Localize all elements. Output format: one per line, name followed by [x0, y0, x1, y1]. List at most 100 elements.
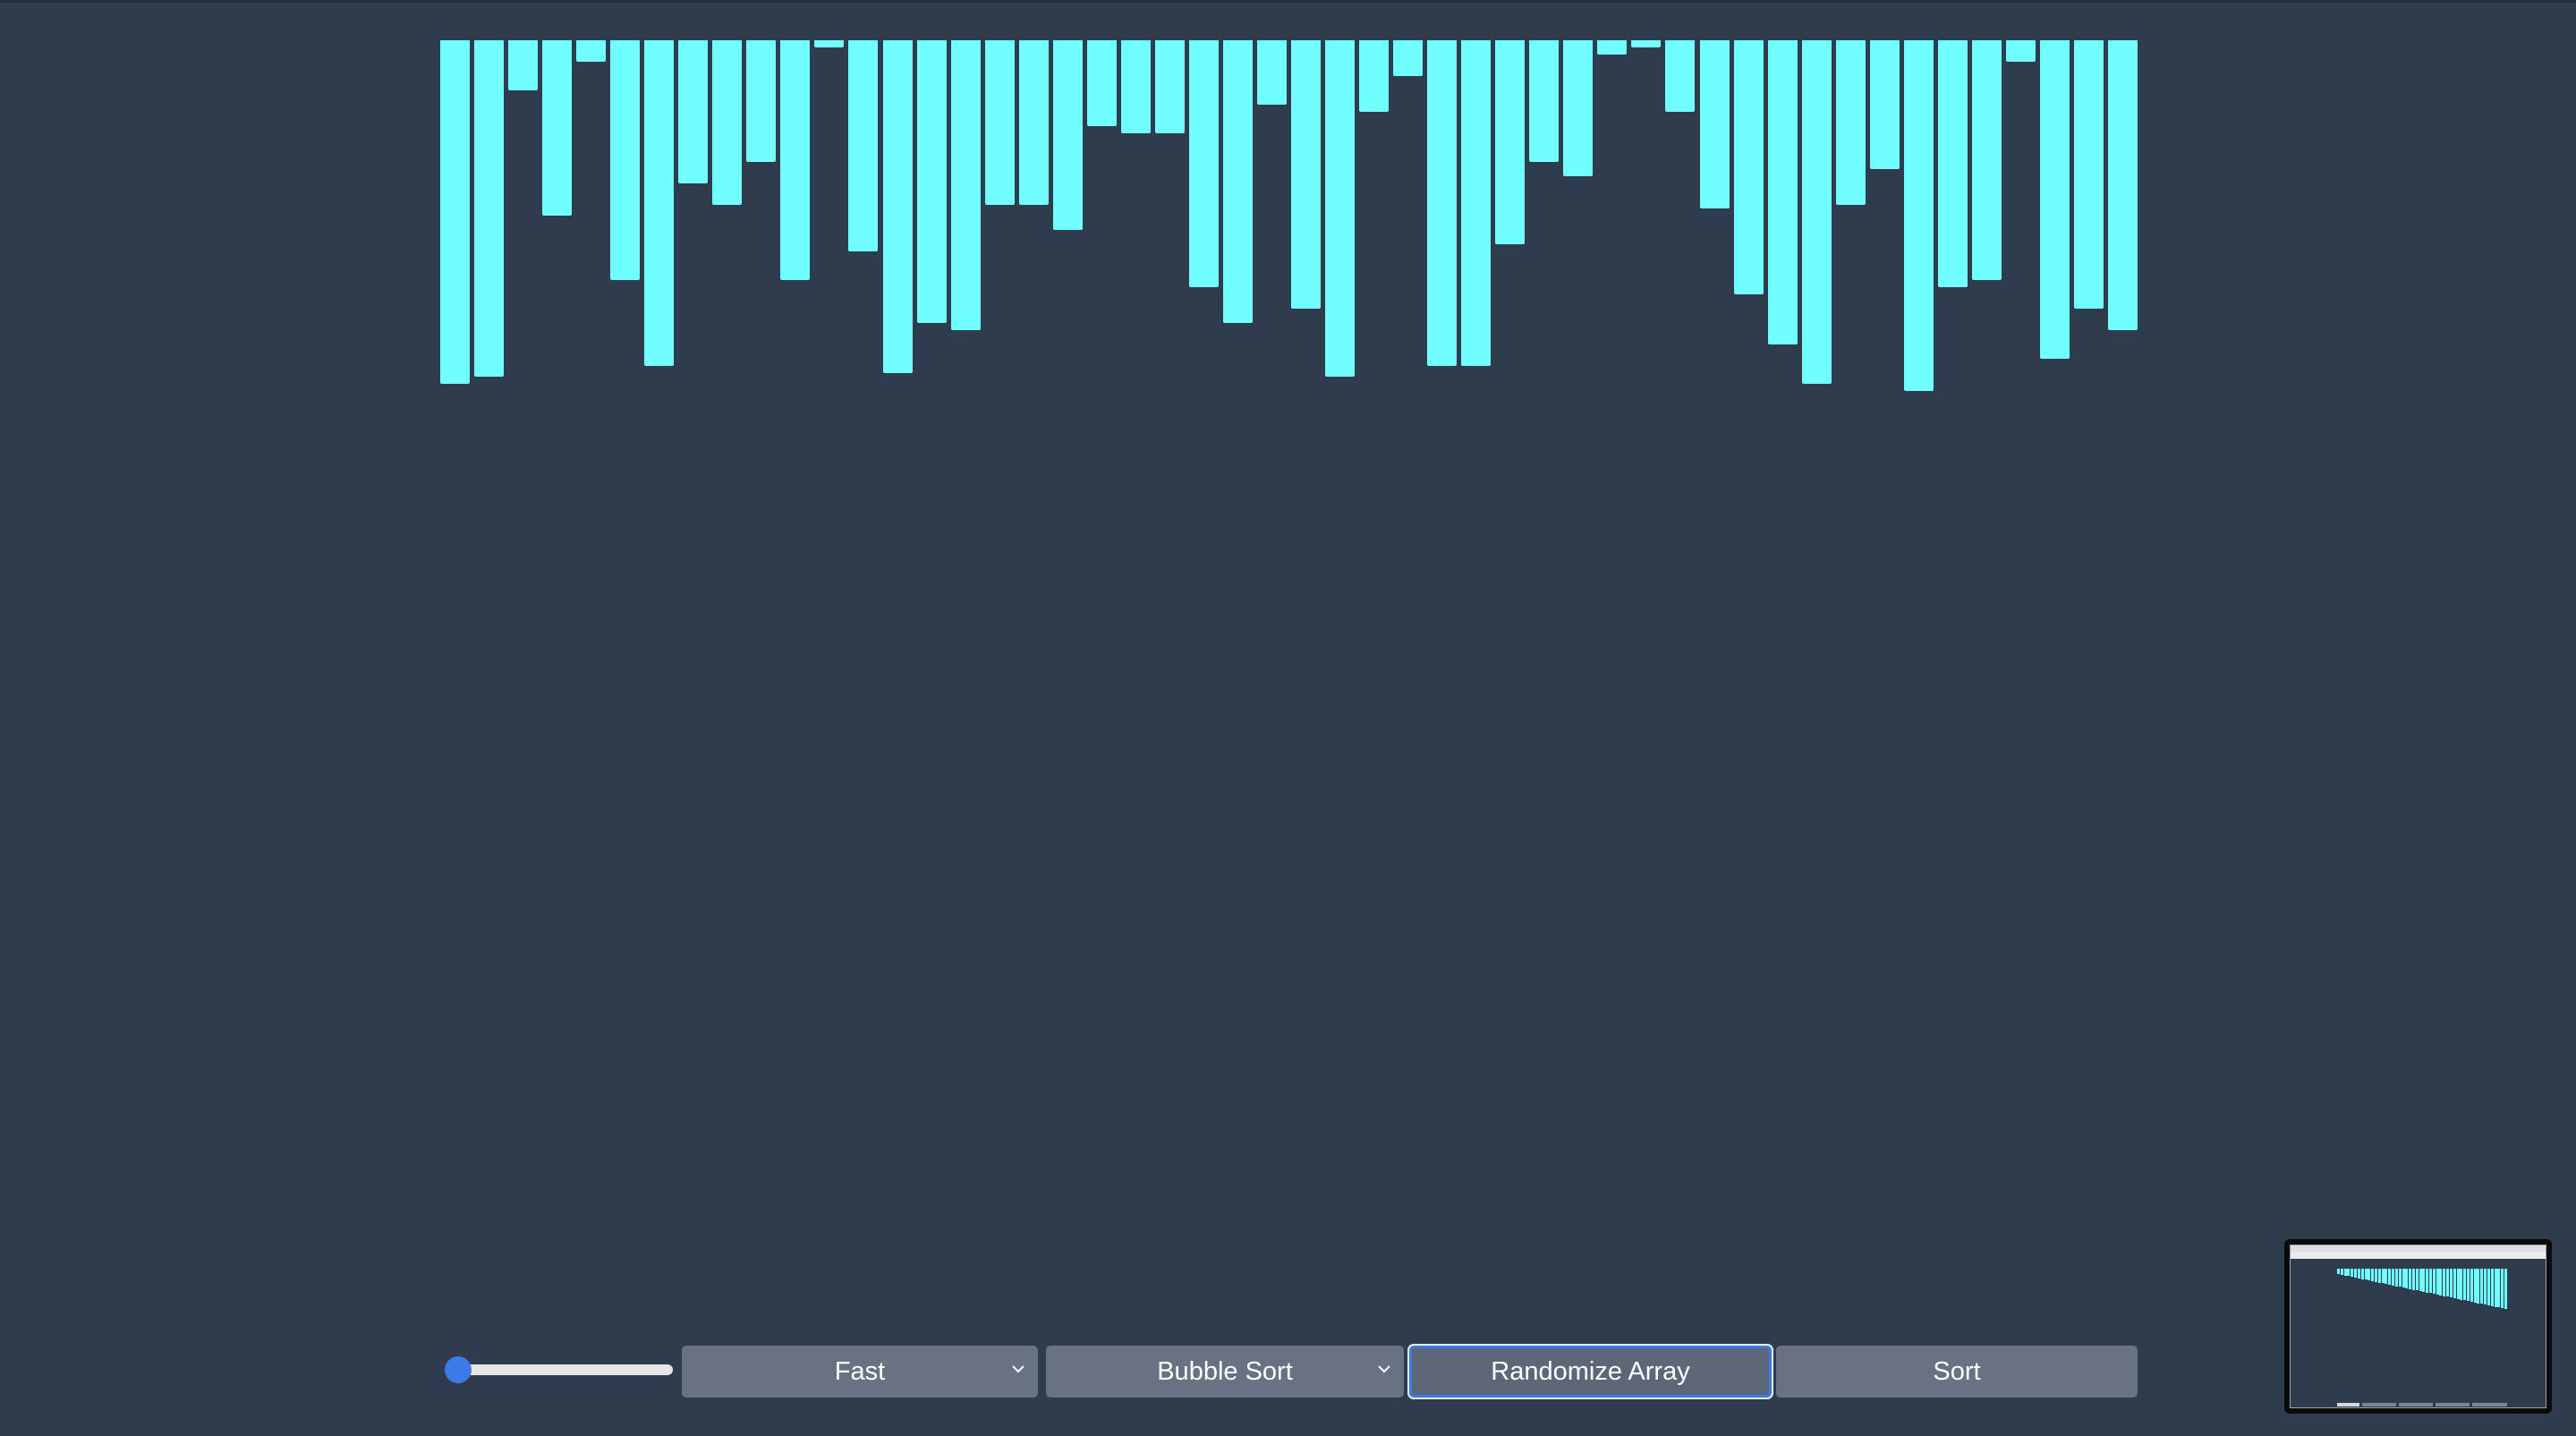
preview-array-bar — [2364, 1269, 2368, 1280]
array-bar — [1291, 40, 1322, 309]
preview-algorithm-select — [2399, 1403, 2433, 1406]
preview-array-bar — [2385, 1269, 2388, 1285]
array-bar — [1359, 40, 1390, 112]
array-bar — [1461, 40, 1492, 366]
array-bar — [1937, 40, 1968, 287]
array-bar — [848, 40, 879, 251]
preview-array-bar — [2460, 1269, 2463, 1300]
preview-array-bar — [2453, 1269, 2456, 1299]
sort-button[interactable]: Sort — [1776, 1346, 2138, 1398]
array-bar — [678, 40, 709, 183]
preview-array-bar — [2470, 1269, 2473, 1303]
preview-array-bar — [2443, 1269, 2446, 1296]
array-bar — [610, 40, 641, 280]
array-bar — [644, 40, 675, 366]
preview-array-bar — [2504, 1269, 2507, 1309]
array-bar — [508, 40, 539, 90]
speed-select[interactable]: Fast — [682, 1346, 1038, 1398]
preview-array-bar — [2337, 1269, 2340, 1274]
array-bar — [1154, 40, 1185, 133]
array-size-slider[interactable] — [440, 1346, 675, 1401]
preview-array-bar — [2467, 1269, 2470, 1302]
preview-array-bar — [2415, 1269, 2419, 1291]
array-bar — [2005, 40, 2036, 62]
array-bar — [984, 40, 1015, 205]
array-bar — [1631, 40, 1662, 47]
slider-track[interactable] — [458, 1364, 673, 1375]
preview-address-bar — [2291, 1252, 2546, 1259]
preview-array-bar — [2394, 1269, 2398, 1287]
preview-array-bar — [2377, 1269, 2381, 1283]
preview-array-bar — [2449, 1269, 2453, 1298]
array-bar — [950, 40, 981, 330]
randomize-array-label: Randomize Array — [1491, 1356, 1690, 1386]
preview-array-bar — [2480, 1269, 2484, 1304]
array-bar — [1665, 40, 1696, 112]
array-bar — [542, 40, 573, 216]
algorithm-select-value: Bubble Sort — [1157, 1356, 1293, 1386]
array-bar — [474, 40, 505, 377]
array-bar — [1529, 40, 1560, 162]
preview-array-bar — [2354, 1269, 2358, 1278]
array-bar — [1903, 40, 1934, 391]
preview-array-bar — [2392, 1269, 2395, 1286]
array-bar — [916, 40, 947, 323]
preview-array-bar — [2374, 1269, 2377, 1282]
array-bar — [1018, 40, 1049, 205]
preview-array-bar — [2347, 1269, 2351, 1277]
preview-array-bar — [2405, 1269, 2409, 1288]
preview-array-bar — [2463, 1269, 2467, 1301]
randomize-array-button[interactable]: Randomize Array — [1409, 1346, 1772, 1398]
array-bar — [1188, 40, 1219, 287]
array-bar — [1495, 40, 1526, 244]
preview-array-bar — [2426, 1269, 2429, 1293]
preview-array-bar — [2411, 1269, 2415, 1290]
preview-slider — [2337, 1403, 2359, 1406]
preview-array-bar — [2487, 1269, 2490, 1306]
preview-array-bar — [2432, 1269, 2436, 1295]
window-preview-thumbnail[interactable] — [2284, 1239, 2552, 1414]
array-bar — [576, 40, 607, 62]
controls-bar: Fast Bubble Sort Randomize Array Sort — [440, 1346, 2138, 1401]
array-bar — [1767, 40, 1798, 344]
sorting-visualizer-app: Fast Bubble Sort Randomize Array Sort — [0, 0, 2576, 1436]
preview-array-bar — [2343, 1269, 2347, 1276]
preview-array-bar — [2409, 1269, 2412, 1289]
preview-speed-select — [2362, 1403, 2396, 1406]
array-bar — [882, 40, 913, 373]
array-bar — [1733, 40, 1764, 294]
preview-array-bar — [2439, 1269, 2443, 1296]
preview-array-bar — [2456, 1269, 2460, 1299]
preview-array-bar — [2402, 1269, 2405, 1288]
array-bar — [746, 40, 777, 162]
array-bar — [2073, 40, 2104, 309]
preview-array-bar — [2371, 1269, 2375, 1281]
array-bar — [1563, 40, 1594, 176]
sort-button-label: Sort — [1933, 1356, 1981, 1386]
array-bar — [2108, 40, 2138, 330]
array-bar — [1086, 40, 1117, 126]
array-bar — [1325, 40, 1356, 377]
preview-sort-button — [2472, 1403, 2507, 1406]
preview-array-bar — [2494, 1269, 2497, 1307]
preview-browser-tabs — [2291, 1245, 2546, 1252]
array-bar — [1120, 40, 1151, 133]
array-bar — [1393, 40, 1424, 76]
preview-array-bar — [2381, 1269, 2385, 1284]
array-bar — [780, 40, 811, 280]
array-bars — [440, 40, 2138, 416]
preview-array-bar — [2473, 1269, 2477, 1303]
array-bar — [1222, 40, 1253, 323]
preview-array-bar — [2340, 1269, 2343, 1275]
preview-array-bar — [2398, 1269, 2402, 1287]
preview-array-bar — [2490, 1269, 2494, 1306]
array-bar — [1699, 40, 1730, 208]
array-bar — [1427, 40, 1458, 366]
array-bar — [1835, 40, 1866, 205]
preview-controls — [2337, 1403, 2507, 1406]
algorithm-select[interactable]: Bubble Sort — [1046, 1346, 1404, 1398]
preview-array-bar — [2497, 1269, 2501, 1308]
preview-array-bar — [2360, 1269, 2364, 1279]
speed-select-value: Fast — [834, 1356, 886, 1386]
slider-thumb[interactable] — [445, 1356, 472, 1383]
